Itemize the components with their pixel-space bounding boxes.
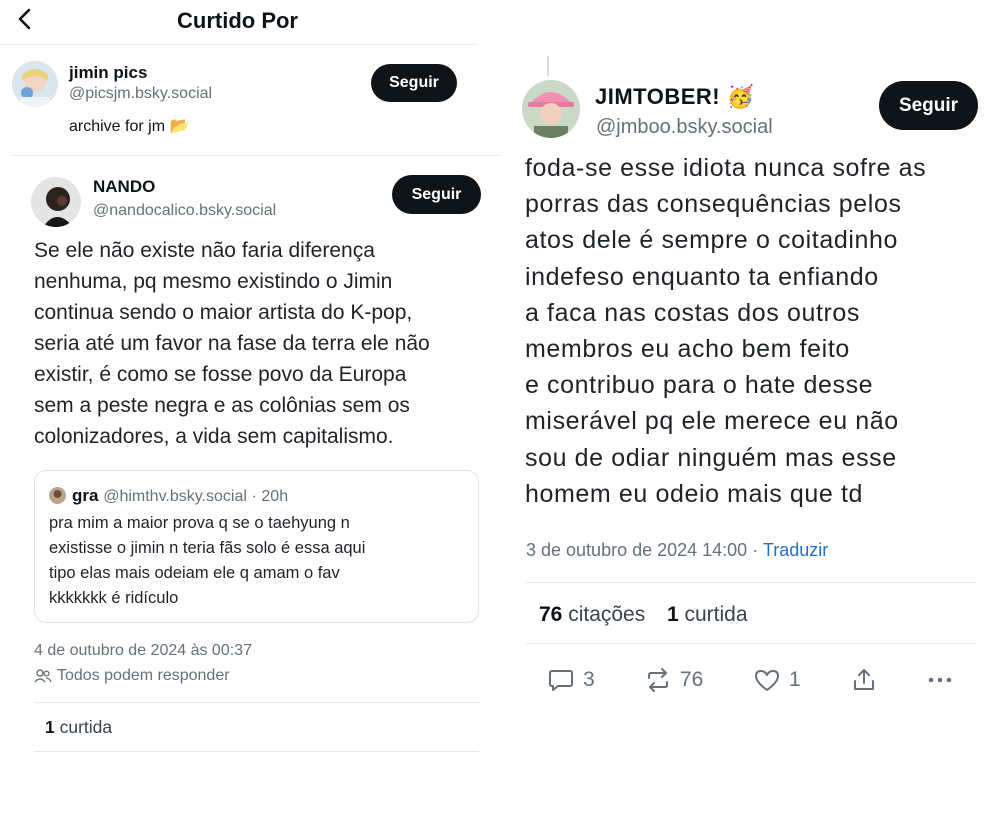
post-text-line: membros eu acho bem feito <box>525 335 850 364</box>
post-text-line: miserável pq ele merece eu não <box>525 407 899 436</box>
repost-count: 76 <box>680 668 704 691</box>
post-text-line: foda-se esse idiota nunca sofre as <box>525 154 927 182</box>
post-text-line: e contribuo para o hate desse <box>525 371 874 400</box>
share-button[interactable] <box>850 666 878 694</box>
post-author-name[interactable]: NANDO <box>93 177 155 197</box>
liker-name[interactable]: jimin pics <box>69 63 147 83</box>
translate-link[interactable]: Traduzir <box>763 540 828 560</box>
quote-text-line: existisse o jimin n teria fãs solo é ess… <box>49 539 366 557</box>
post-text-line: a faca nas costas dos outros <box>525 298 861 327</box>
post-text-line: indefeso enquanto ta enfiando <box>525 262 879 291</box>
post-author-handle[interactable]: @nandocalico.bsky.social <box>93 202 276 220</box>
avatar <box>49 487 66 504</box>
follow-button[interactable]: Seguir <box>879 81 978 130</box>
follow-button[interactable]: Seguir <box>371 64 457 102</box>
reply-count: 3 <box>583 668 595 691</box>
post-text: foda-se esse idiota nunca sofre as porra… <box>525 150 995 512</box>
post-timestamp: 3 de outubro de 2024 14:00 <box>526 540 748 560</box>
quote-author-handle: @himthv.bsky.social <box>103 488 247 505</box>
quotes-count[interactable]: 76 citações <box>539 603 645 626</box>
quote-text-line: tipo elas mais odeiam ele q amam o fav <box>49 564 340 582</box>
post-text-line: colonizadores, a vida sem capitalismo. <box>34 425 394 448</box>
post-author-handle[interactable]: @jmboo.bsky.social <box>596 116 773 139</box>
quote-author-name: gra <box>72 486 99 505</box>
row-divider <box>526 643 975 644</box>
liker-bio: archive for jm 📂 <box>69 118 190 135</box>
post-text-line: atos dele é sempre o coitadinho <box>525 226 898 255</box>
repost-button[interactable]: 76 <box>644 666 703 694</box>
post-text-line: sou de odiar ninguém mas esse <box>525 443 897 472</box>
post-text-line: porras das consequências pelos <box>525 190 902 219</box>
quote-header: gra @himthv.bsky.social · 20h <box>72 486 288 506</box>
more-icon <box>928 677 952 683</box>
post-stats: 76 citações 1 curtida <box>539 603 748 627</box>
likes-count[interactable]: 1 curtida <box>45 717 112 738</box>
quote-time: · 20h <box>251 488 289 505</box>
post-text-line: seria até um favor na fase da terra ele … <box>34 332 430 355</box>
thread-line <box>547 56 549 76</box>
post-text-line: continua sendo o maior artista do K-pop, <box>34 301 413 324</box>
avatar[interactable] <box>31 177 81 227</box>
post-meta: 3 de outubro de 2024 14:00 · Traduzir <box>526 540 829 560</box>
post-text-line: nenhuma, pq mesmo existindo o Jimin <box>34 270 393 293</box>
people-icon <box>34 668 52 684</box>
post-author-name[interactable]: JIMTOBER! 🥳 <box>595 84 755 110</box>
reply-button[interactable]: 3 <box>547 666 595 694</box>
avatar[interactable] <box>12 61 58 107</box>
reply-icon <box>549 670 573 691</box>
follow-button[interactable]: Seguir <box>392 175 481 214</box>
row-divider <box>526 582 975 583</box>
like-button[interactable]: 1 <box>753 666 801 694</box>
avatar[interactable] <box>522 80 580 138</box>
post-text-line: sem a peste negra e as colônias sem os <box>34 394 410 417</box>
header-divider <box>0 44 475 45</box>
row-divider <box>12 155 500 156</box>
reply-setting[interactable]: Todos podem responder <box>34 667 230 685</box>
heart-icon <box>755 670 779 691</box>
like-count: 1 <box>789 668 801 691</box>
post-text-line: homem eu odeio mais que td <box>525 479 864 508</box>
likes-count[interactable]: 1 curtida <box>667 603 748 626</box>
row-divider <box>34 702 479 703</box>
liker-handle[interactable]: @picsjm.bsky.social <box>69 85 212 103</box>
repost-icon <box>648 668 668 692</box>
post-text-line: Se ele não existe não faria diferença <box>34 239 375 262</box>
post-text: Se ele não existe não faria diferença ne… <box>34 235 484 452</box>
quote-text-line: kkkkkkk é ridículo <box>49 589 179 607</box>
more-button[interactable] <box>926 666 954 694</box>
post-timestamp: 4 de outubro de 2024 às 00:37 <box>34 642 252 659</box>
post-text-line: existir, é como se fosse povo da Europa <box>34 363 407 386</box>
row-divider <box>34 751 479 752</box>
quote-text: pra mim a maior prova q se o taehyung n … <box>49 511 474 611</box>
page-title: Curtido Por <box>177 8 298 33</box>
quote-text-line: pra mim a maior prova q se o taehyung n <box>49 514 350 532</box>
reply-setting-label: Todos podem responder <box>57 667 230 684</box>
share-icon <box>854 669 874 690</box>
